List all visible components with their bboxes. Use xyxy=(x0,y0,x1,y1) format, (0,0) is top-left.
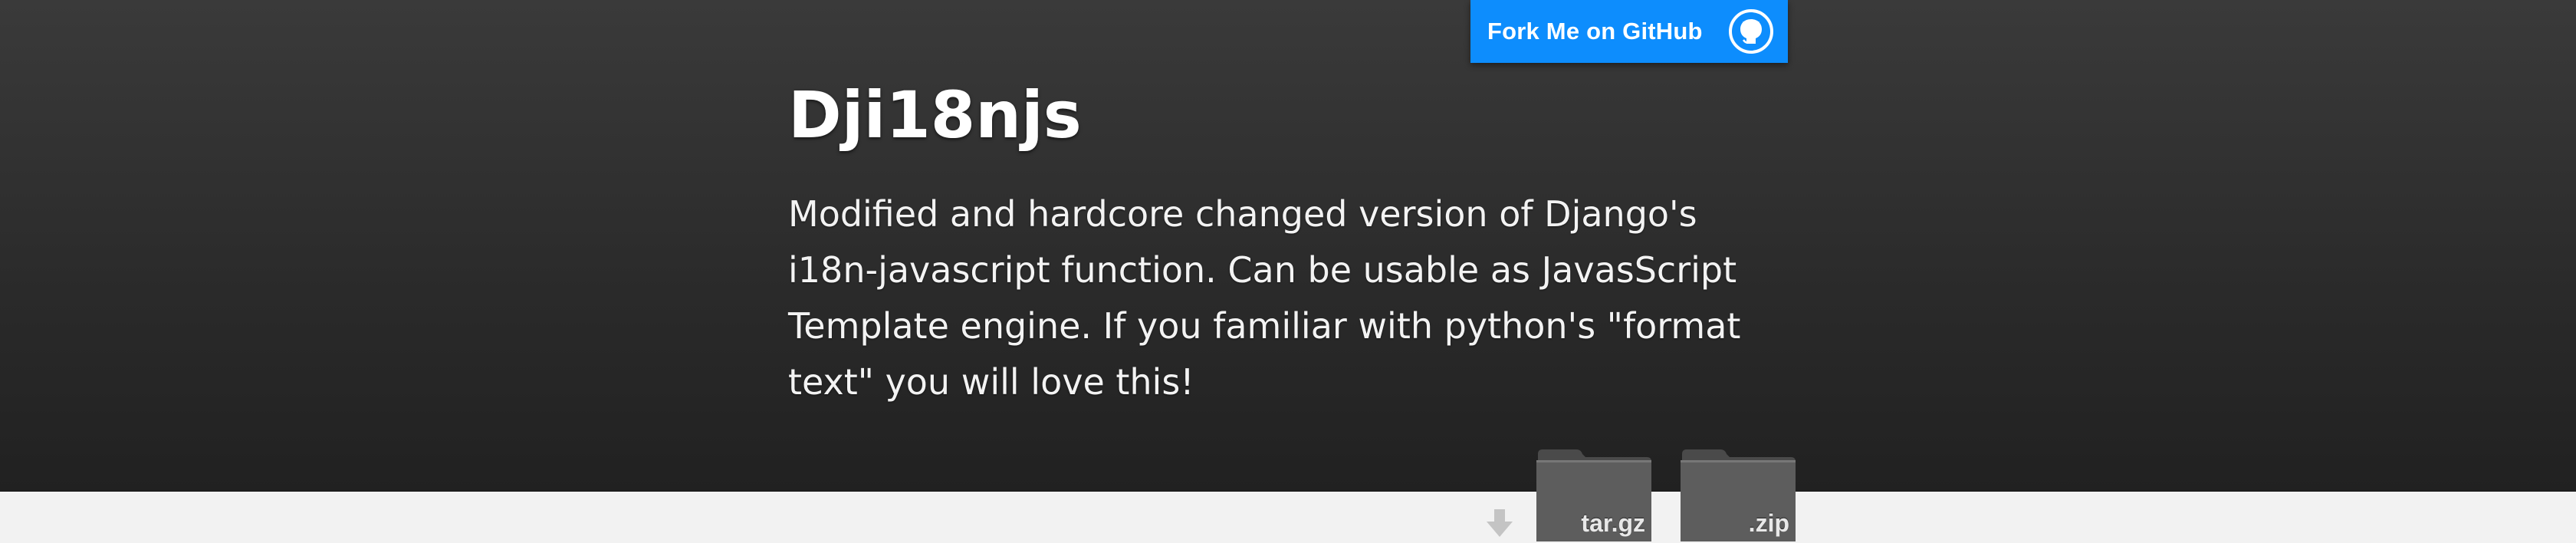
download-zip-label: .zip xyxy=(1748,509,1789,537)
download-tar-gz-label: tar.gz xyxy=(1581,509,1645,537)
project-description: Modified and hardcore changed version of… xyxy=(788,193,1741,403)
fork-label: Fork Me on GitHub xyxy=(1487,18,1703,44)
download-zip-button[interactable]: .zip xyxy=(1676,446,1800,541)
download-tar-gz-button[interactable]: tar.gz xyxy=(1532,446,1656,541)
page-title: Dji18njs xyxy=(788,77,1082,153)
github-octocat-icon xyxy=(1728,8,1774,54)
content-area xyxy=(0,492,2576,541)
fork-on-github-button[interactable]: Fork Me on GitHub xyxy=(1470,0,1788,63)
download-arrow-icon xyxy=(1485,506,1514,540)
